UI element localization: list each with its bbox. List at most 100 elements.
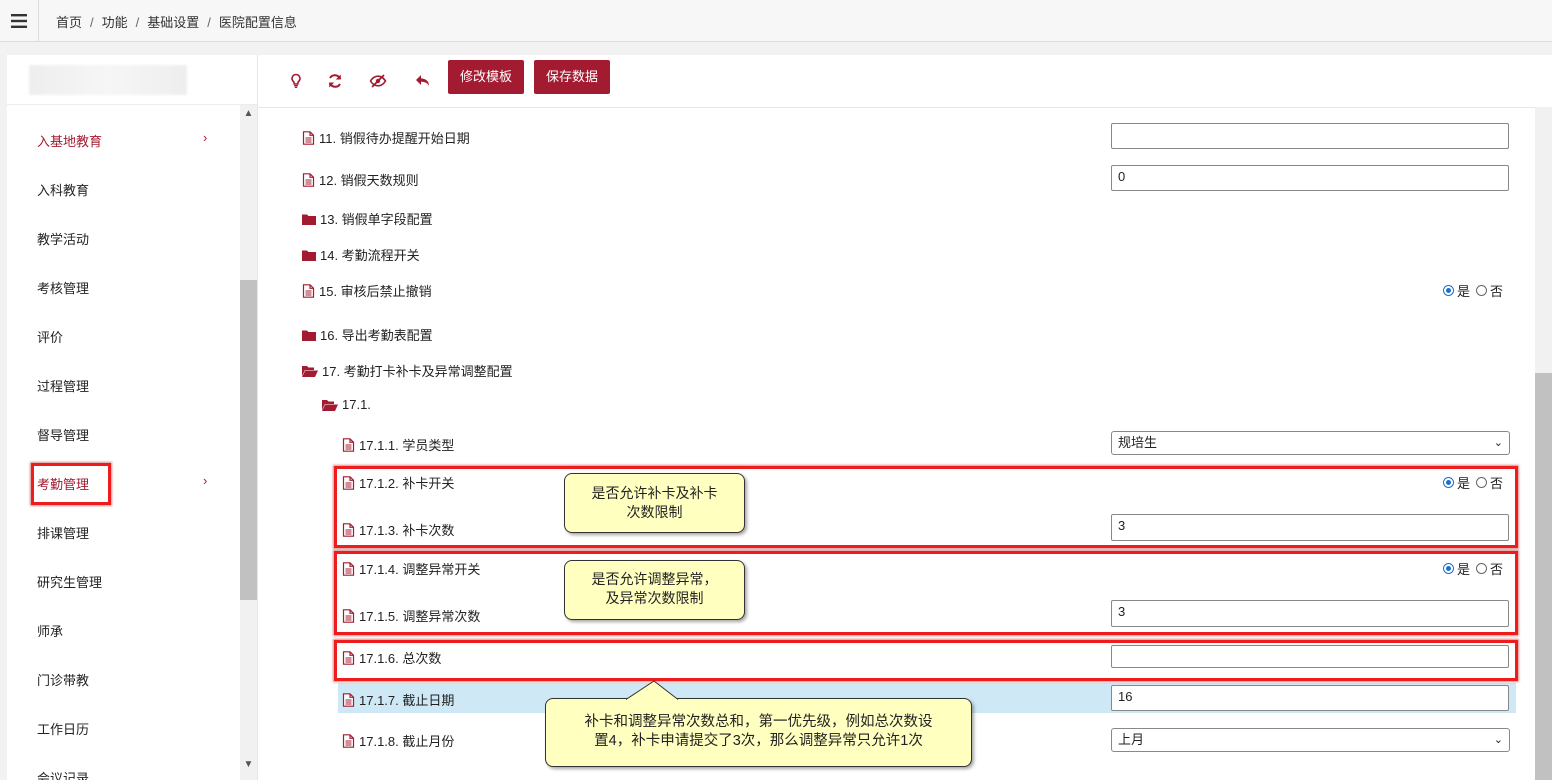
sidebar-item-work-calendar[interactable]: 工作日历 <box>37 719 89 738</box>
sidebar-item-evaluation[interactable]: 评价 <box>37 327 63 346</box>
sidebar-item-assessment[interactable]: 考核管理 <box>37 278 89 297</box>
edit-template-button[interactable]: 修改模板 <box>448 60 525 94</box>
config-row-17-1[interactable]: 17.1. <box>258 390 1552 420</box>
leave-reminder-start-date-input[interactable] <box>1111 123 1509 149</box>
callout-total-count: 补卡和调整异常次数总和，第一优先级，例如总次数设 置4，补卡申请提交了3次，那么… <box>545 698 972 767</box>
config-label: 17.1. <box>342 397 371 412</box>
content-scroll-thumb[interactable] <box>1535 373 1552 780</box>
config-row-17-1-2: 17.1.2. 补卡开关 是否 <box>258 466 1552 496</box>
logo-placeholder <box>29 65 187 95</box>
radio-yes[interactable] <box>1443 563 1454 574</box>
document-icon <box>342 608 355 623</box>
sidebar-item-mentorship[interactable]: 师承 <box>37 621 63 640</box>
callout-pointer <box>626 680 679 700</box>
radio-yes[interactable] <box>1443 285 1454 296</box>
folder-open-icon <box>322 399 338 411</box>
hamburger-icon <box>11 13 27 28</box>
sidebar-item-process[interactable]: 过程管理 <box>37 376 89 395</box>
config-label: 11. 销假待办提醒开始日期 <box>319 131 470 146</box>
config-row-17-1-5: 17.1.5. 调整异常次数 3 <box>258 599 1552 629</box>
main-panel: 修改模板 保存数据 11. 销假待办提醒开始日期 12. 销假天数规则 0 13… <box>258 55 1552 780</box>
save-data-button[interactable]: 保存数据 <box>534 60 611 94</box>
document-icon <box>342 522 355 537</box>
document-icon <box>302 172 315 187</box>
top-bar: 首页 / 功能 / 基础设置 / 医院配置信息 <box>0 0 1552 42</box>
config-label: 17.1.5. 调整异常次数 <box>359 609 481 624</box>
document-icon <box>342 475 355 490</box>
config-label: 17.1.1. 学员类型 <box>359 438 455 453</box>
config-row-17-1-4: 17.1.4. 调整异常开关 是否 <box>258 552 1552 582</box>
adjust-abnormal-switch-radio-group: 是否 <box>1443 559 1503 578</box>
student-type-select[interactable]: 规培生 ⌄ <box>1111 431 1510 455</box>
config-row-13[interactable]: 13. 销假单字段配置 <box>258 202 1552 232</box>
sidebar-item-dept-education[interactable]: 入科教育 <box>37 180 89 199</box>
sidebar-item-meeting-record[interactable]: 会议记录 <box>37 768 89 780</box>
forbid-revoke-radio-group: 是否 <box>1443 281 1503 300</box>
sidebar-scroll-thumb[interactable] <box>240 280 257 600</box>
config-row-16[interactable]: 16. 导出考勤表配置 <box>258 318 1552 348</box>
config-label: 17.1.2. 补卡开关 <box>359 476 455 491</box>
config-label: 17. 考勤打卡补卡及异常调整配置 <box>322 364 513 379</box>
adjust-abnormal-count-input[interactable]: 3 <box>1111 600 1509 627</box>
deadline-day-input[interactable]: 16 <box>1111 685 1509 711</box>
folder-icon <box>302 250 316 261</box>
config-row-15: 15. 审核后禁止撤销 是否 <box>258 274 1552 304</box>
sidebar-item-supervision[interactable]: 督导管理 <box>37 425 89 444</box>
undo-icon[interactable] <box>414 72 432 90</box>
config-row-17-1-1: 17.1.1. 学员类型 规培生 ⌄ <box>258 428 1552 458</box>
hide-eye-icon[interactable] <box>369 72 387 90</box>
callout-card-replacement: 是否允许补卡及补卡 次数限制 <box>564 473 745 533</box>
config-label: 12. 销假天数规则 <box>319 173 419 188</box>
breadcrumb-base-settings[interactable]: 基础设置 <box>147 15 199 30</box>
breadcrumb-home[interactable]: 首页 <box>56 15 82 30</box>
card-replacement-switch-radio-group: 是否 <box>1443 473 1503 492</box>
deadline-month-select[interactable]: 上月 ⌄ <box>1111 728 1510 752</box>
sidebar-item-outpatient[interactable]: 门诊带教 <box>37 670 89 689</box>
config-label: 17.1.6. 总次数 <box>359 651 442 666</box>
sidebar-item-entry-base-education[interactable]: 入基地教育 <box>37 131 102 150</box>
scroll-down-icon[interactable]: ▼ <box>240 756 257 773</box>
config-row-17[interactable]: 17. 考勤打卡补卡及异常调整配置 <box>258 354 1552 384</box>
chevron-down-icon: ⌄ <box>1493 437 1503 449</box>
scroll-up-icon[interactable]: ▲ <box>240 105 257 122</box>
breadcrumb-function[interactable]: 功能 <box>102 15 128 30</box>
folder-icon <box>302 214 316 225</box>
document-icon <box>342 561 355 576</box>
config-label: 17.1.7. 截止日期 <box>359 693 455 708</box>
sidebar-item-attendance[interactable]: 考勤管理 <box>37 474 89 493</box>
config-label: 14. 考勤流程开关 <box>320 248 420 263</box>
total-count-input[interactable] <box>1111 645 1509 668</box>
document-icon <box>342 437 355 452</box>
breadcrumb-current: 医院配置信息 <box>218 15 297 30</box>
sidebar-item-scheduling[interactable]: 排课管理 <box>37 523 89 542</box>
document-icon <box>302 130 315 145</box>
config-label: 15. 审核后禁止撤销 <box>319 284 432 299</box>
sidebar-scrollbar[interactable]: ▲ ▼ <box>240 105 257 780</box>
config-label: 13. 销假单字段配置 <box>320 212 433 227</box>
menu-toggle-button[interactable] <box>0 0 39 41</box>
radio-yes[interactable] <box>1443 477 1454 488</box>
sidebar-divider <box>7 104 257 105</box>
toolbar: 修改模板 保存数据 <box>258 55 1552 108</box>
chevron-down-icon: ⌄ <box>1493 734 1503 746</box>
config-row-14[interactable]: 14. 考勤流程开关 <box>258 238 1552 268</box>
radio-no[interactable] <box>1476 477 1488 488</box>
document-icon <box>342 692 355 707</box>
folder-open-icon <box>302 365 318 377</box>
sidebar-item-graduate[interactable]: 研究生管理 <box>37 572 102 591</box>
folder-icon <box>302 330 316 341</box>
content-scrollbar[interactable] <box>1535 107 1552 780</box>
sidebar-item-teaching-activity[interactable]: 教学活动 <box>37 229 89 248</box>
card-replacement-count-input[interactable]: 3 <box>1111 514 1509 541</box>
radio-no[interactable] <box>1476 563 1488 574</box>
chevron-right-icon: › <box>203 130 208 145</box>
callout-adjust-abnormal: 是否允许调整异常， 及异常次数限制 <box>564 560 745 620</box>
lightbulb-icon[interactable] <box>287 72 305 90</box>
document-icon <box>342 650 355 665</box>
leave-days-rule-input[interactable]: 0 <box>1111 165 1509 191</box>
refresh-icon[interactable] <box>326 72 344 90</box>
config-row-17-1-3: 17.1.3. 补卡次数 3 <box>258 513 1552 543</box>
sidebar: 入基地教育 › 入科教育 教学活动 考核管理 评价 过程管理 督导管理 考勤管理… <box>7 55 258 780</box>
breadcrumb: 首页 / 功能 / 基础设置 / 医院配置信息 <box>56 15 297 30</box>
radio-no[interactable] <box>1476 285 1488 296</box>
